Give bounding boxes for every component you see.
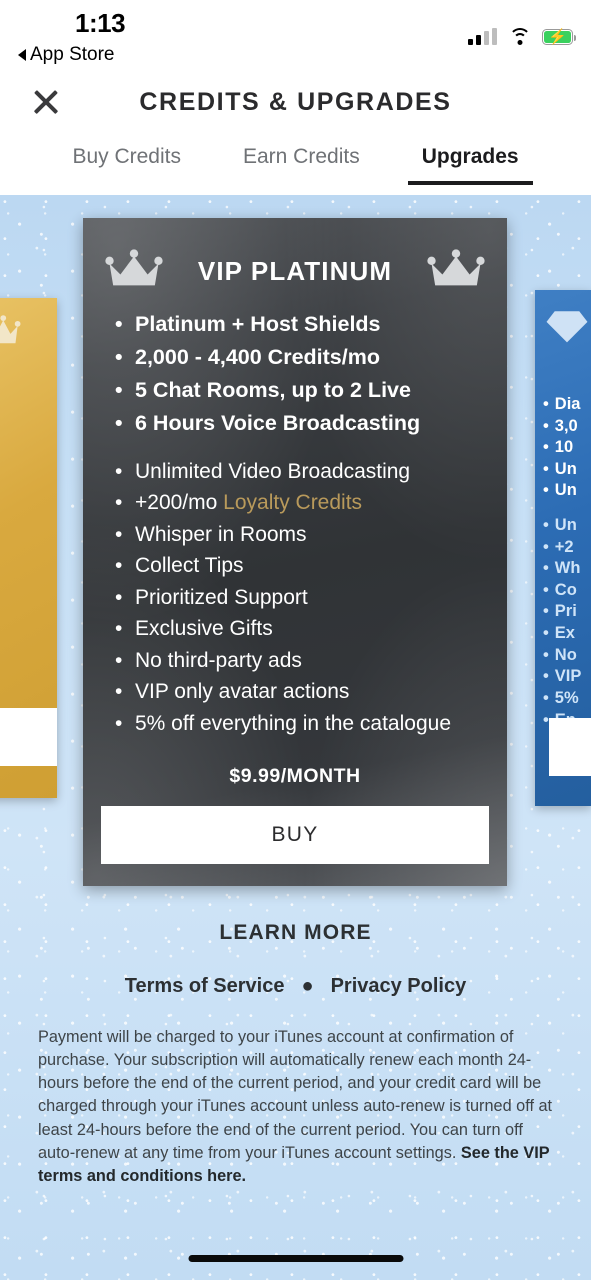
tab-upgrades[interactable]: Upgrades xyxy=(407,133,533,185)
list-item: • +2 xyxy=(543,537,574,556)
list-item: • 3,0 xyxy=(543,416,578,435)
bolt-icon: ⚡ xyxy=(548,28,567,46)
crown-icon-left xyxy=(105,249,163,286)
card-price: $9.99/MONTH xyxy=(229,765,361,787)
list-item: • 5% xyxy=(543,688,579,707)
learn-more-link[interactable]: LEARN MORE xyxy=(0,921,591,945)
list-item: Unlimited Video Broadcasting xyxy=(107,461,507,482)
link-separator-dot: ● xyxy=(301,975,314,997)
cellular-signal-icon xyxy=(468,28,497,45)
legal-text: Payment will be charged to your iTunes a… xyxy=(38,1028,553,1162)
list-item: Whisper in Rooms xyxy=(107,524,507,545)
triangle-left-icon xyxy=(18,49,26,61)
page-title: CREDITS & UPGRADES xyxy=(139,88,452,116)
list-item: • Wh xyxy=(543,559,581,578)
list-item: +200/mo Loyalty Credits xyxy=(107,492,507,513)
list-item: 5% off everything in the catalogue xyxy=(107,713,507,734)
list-item: 6 Hours Voice Broadcasting xyxy=(107,412,507,435)
list-item: Exclusive Gifts xyxy=(107,618,507,639)
list-item: • Co xyxy=(543,580,577,599)
list-item: VIP only avatar actions xyxy=(107,681,507,702)
list-item: • Ex xyxy=(543,624,575,643)
buy-button[interactable]: BUY xyxy=(101,806,489,864)
card-header: VIP PLATINUM xyxy=(83,218,507,310)
terms-of-service-link[interactable]: Terms of Service xyxy=(125,975,285,998)
privacy-policy-link[interactable]: Privacy Policy xyxy=(331,975,467,998)
list-item: Platinum + Host Shields xyxy=(107,313,507,336)
home-indicator[interactable] xyxy=(188,1255,403,1262)
card-sub-features: Unlimited Video Broadcasting +200/mo Loy… xyxy=(83,461,507,734)
status-bar-indicators: ⚡ xyxy=(468,28,577,46)
list-item: Collect Tips xyxy=(107,555,507,576)
tab-earn-credits[interactable]: Earn Credits xyxy=(237,133,366,185)
list-item: • 10 xyxy=(543,438,574,457)
wifi-icon xyxy=(508,28,531,45)
tab-bar: Buy Credits Earn Credits Upgrades xyxy=(0,133,591,195)
back-label: App Store xyxy=(30,44,115,65)
list-item: • VIP xyxy=(543,667,582,686)
tab-buy-credits[interactable]: Buy Credits xyxy=(66,133,187,185)
status-bar-time: 1:13 xyxy=(75,8,126,38)
legal-disclaimer: Payment will be charged to your iTunes a… xyxy=(38,1026,556,1188)
list-item: 5 Chat Rooms, up to 2 Live xyxy=(107,379,507,402)
list-spacer xyxy=(543,502,591,515)
status-bar: 1:13 App Store ⚡ xyxy=(0,0,591,70)
vip-platinum-card[interactable]: VIP PLATINUM Platinum + Host Shields 2,0… xyxy=(83,218,507,886)
list-item: No third-party ads xyxy=(107,650,507,671)
nav-bar: CREDITS & UPGRADES xyxy=(0,70,591,133)
side-card-gold[interactable] xyxy=(0,298,57,798)
back-to-app-store-link[interactable]: App Store xyxy=(18,44,115,66)
loyalty-credits-highlight: Loyalty Credits xyxy=(223,491,363,514)
card-title: VIP PLATINUM xyxy=(197,255,393,286)
list-item: • No xyxy=(543,645,577,664)
list-item: • Un xyxy=(543,516,577,535)
list-item: • Un xyxy=(543,481,577,500)
side-card-diamond[interactable]: • Dia • 3,0 • 10 • Un • Un • Un • +2 • Wh • Co • P… xyxy=(535,290,591,806)
battery-charging-icon: ⚡ xyxy=(542,28,577,46)
list-item: • Dia xyxy=(543,395,581,413)
crown-icon-right xyxy=(427,249,485,286)
side-card-diamond-buy-button[interactable] xyxy=(549,718,591,776)
list-item: • Pri xyxy=(543,602,577,621)
list-item: • Un xyxy=(543,459,577,478)
side-card-gold-buy-button[interactable] xyxy=(0,708,57,766)
footer-links: Terms of Service ● Privacy Policy xyxy=(0,975,591,998)
list-item: Prioritized Support xyxy=(107,587,507,608)
crown-icon xyxy=(0,315,21,344)
card-main-features: Platinum + Host Shields 2,000 - 4,400 Cr… xyxy=(83,313,507,435)
list-item: 2,000 - 4,400 Credits/mo xyxy=(107,346,507,369)
